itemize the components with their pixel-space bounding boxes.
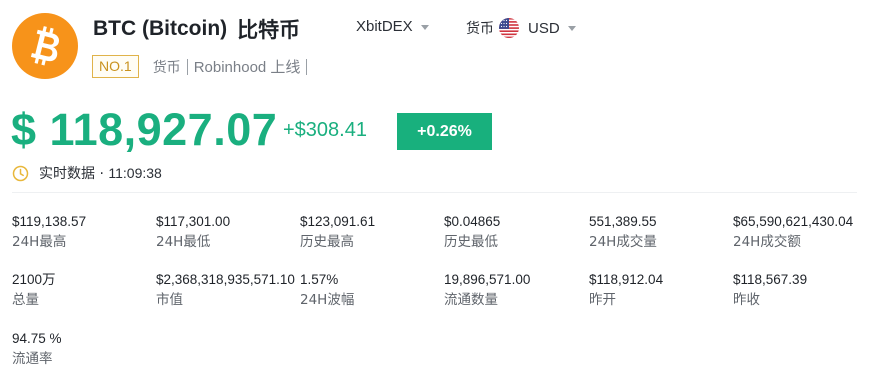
stat-label: 历史最高	[300, 234, 354, 250]
chevron-down-icon	[567, 26, 576, 31]
exchange-value: XbitDEX	[356, 18, 413, 35]
currency-value: USD	[528, 19, 560, 37]
stat-24h-volume: 551,389.55 24H成交量	[589, 213, 739, 252]
coin-chinese-name: 比特币	[237, 18, 301, 42]
stat-all-time-high: $123,091.61 历史最高	[300, 213, 450, 252]
realtime-label-text: 实时数据	[39, 166, 95, 182]
currency-label: 货币	[466, 20, 494, 36]
stat-label: 24H最高	[12, 234, 67, 250]
stat-value: $119,138.57	[12, 214, 87, 229]
stat-circulation-rate: 94.75 % 流通率	[12, 330, 162, 369]
chevron-down-icon	[420, 24, 429, 30]
stat-label: 24H成交量	[589, 234, 657, 250]
realtime-label: 实时数据 · 11:09:38	[39, 165, 162, 182]
coin-symbol-title: BTC (Bitcoin)	[93, 17, 228, 40]
price-change-absolute: +$308.41	[283, 119, 367, 141]
exchange-dropdown[interactable]: XbitDEX	[356, 18, 429, 35]
stat-label: 24H波幅	[300, 292, 355, 308]
coin-tags-row: NO.1 货币 Robinhood 上线	[92, 55, 308, 78]
stat-yesterday-open: $118,912.04 昨开	[589, 271, 739, 310]
price-change-percent-badge: +0.26%	[397, 113, 492, 150]
listed-tag[interactable]: Robinhood 上线	[194, 56, 301, 77]
stat-yesterday-close: $118,567.39 昨收	[733, 271, 871, 310]
stat-label: 总量	[12, 292, 39, 308]
stat-24h-turnover: $65,590,621,430.04 24H成交额	[733, 213, 871, 252]
stat-label: 昨开	[589, 292, 616, 308]
stat-value: 1.57%	[300, 272, 339, 287]
stat-value: $2,368,318,935,571.10	[156, 272, 295, 287]
stat-24h-low: $117,301.00 24H最低	[156, 213, 306, 252]
current-price: $ 118,927.07	[11, 104, 278, 155]
tag-divider	[186, 58, 188, 75]
stat-label: 流通数量	[444, 292, 498, 308]
stat-total-supply: 2100万 总量	[12, 271, 162, 310]
stat-label: 24H最低	[156, 234, 211, 250]
stat-label: 昨收	[733, 292, 760, 308]
stat-value: $65,590,621,430.04	[733, 214, 854, 229]
currency-dropdown[interactable]: 货币 USD	[466, 18, 576, 38]
stat-label: 流通率	[12, 351, 53, 367]
coin-title-row: BTC (Bitcoin) 比特币	[93, 15, 300, 43]
stat-label: 24H成交额	[733, 234, 801, 250]
stat-label: 市值	[156, 292, 183, 308]
listed-tag-text: Robinhood 上线	[193, 59, 301, 76]
bitcoin-b-icon	[30, 26, 60, 66]
stat-value: $123,091.61	[300, 214, 376, 229]
stat-value: 94.75 %	[12, 331, 62, 346]
bitcoin-logo	[12, 13, 78, 79]
rank-badge: NO.1	[92, 55, 139, 78]
stat-value: $118,567.39	[733, 272, 808, 287]
clock-icon	[12, 165, 29, 181]
stat-24h-amplitude: 1.57% 24H波幅	[300, 271, 450, 310]
stat-market-cap: $2,368,318,935,571.10 市值	[156, 271, 306, 310]
stat-value: 19,896,571.00	[444, 272, 531, 287]
stat-label: 历史最低	[444, 234, 498, 250]
realtime-indicator: 实时数据 · 11:09:38	[12, 163, 162, 183]
stat-value: $117,301.00	[156, 214, 231, 229]
realtime-time: 11:09:38	[108, 165, 162, 181]
stat-24h-high: $119,138.57 24H最高	[12, 213, 162, 252]
stat-value: $118,912.04	[589, 272, 664, 287]
stat-value: $0.04865	[444, 214, 501, 229]
stat-value: 2100万	[12, 272, 56, 287]
stat-value: 551,389.55	[589, 214, 657, 229]
category-tag[interactable]: 货币	[153, 57, 181, 77]
us-flag-icon	[499, 18, 519, 38]
stat-all-time-low: $0.04865 历史最低	[444, 213, 594, 252]
tag-divider	[306, 58, 308, 75]
stat-circulating-supply: 19,896,571.00 流通数量	[444, 271, 594, 310]
section-divider	[12, 192, 857, 193]
